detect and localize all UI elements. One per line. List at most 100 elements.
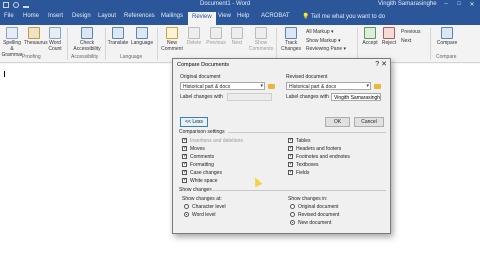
tab-design[interactable]: Design	[72, 13, 91, 19]
checkbox-label: White space	[190, 178, 218, 184]
show-markup-button[interactable]: Show Markup ▾	[306, 38, 340, 44]
checkbox-insertions-deletions[interactable]: ✓ Insertions and deletions	[182, 138, 243, 145]
radio-label: Word level	[192, 212, 216, 218]
save-icon[interactable]	[3, 2, 9, 8]
close-window-button[interactable]: ✕	[466, 1, 478, 8]
section-divider	[209, 190, 386, 191]
checkbox-label: Footnotes and endnotes	[296, 154, 350, 160]
compare-group-label: Compare	[436, 54, 457, 60]
less-button[interactable]: << Less	[180, 117, 208, 127]
tab-file[interactable]: File	[4, 13, 14, 19]
tab-view[interactable]: View	[218, 13, 231, 19]
language-button[interactable]: Language	[130, 27, 154, 46]
checkbox-white-space[interactable]: ✓ White space	[182, 178, 218, 185]
label-changes-original-label: Label changes with	[180, 94, 223, 100]
delete-comment-button[interactable]: Delete	[185, 27, 203, 46]
minimize-button[interactable]: –	[440, 1, 452, 7]
ribbon-separator	[105, 28, 106, 60]
tab-help[interactable]: Help	[237, 13, 249, 19]
tell-me-search[interactable]: 💡 Tell me what you want to do	[302, 13, 385, 20]
radio-original-document[interactable]: Original document	[290, 204, 339, 211]
checkbox-fields[interactable]: ✓ Fields	[288, 170, 309, 177]
show-comments-button[interactable]: Show Comments	[248, 27, 274, 52]
checkbox-label: Formatting	[190, 162, 214, 168]
folder-icon[interactable]	[374, 84, 381, 89]
checkbox-checked-icon: ✓	[288, 153, 294, 160]
compare-button[interactable]: Compare	[434, 27, 460, 46]
proofing-group-label: Proofing	[22, 54, 41, 60]
next-comment-button[interactable]: Next	[228, 27, 246, 46]
checkbox-checked-icon: ✓	[182, 161, 188, 168]
thesaurus-button[interactable]: Thesaurus	[24, 27, 48, 46]
tab-review[interactable]: Review	[188, 12, 216, 25]
checkbox-label: Textboxes	[296, 162, 319, 168]
track-changes-label: Track Changes	[280, 40, 301, 52]
new-comment-label: New Comment	[161, 40, 183, 52]
radio-unselected-icon	[184, 204, 189, 210]
tab-references[interactable]: References	[124, 13, 155, 19]
checkbox-footnotes-endnotes[interactable]: ✓ Footnotes and endnotes	[288, 154, 350, 161]
reject-button[interactable]: Reject	[380, 27, 398, 46]
original-label-field[interactable]	[227, 93, 272, 101]
tab-layout[interactable]: Layout	[98, 13, 116, 19]
tab-mailings[interactable]: Mailings	[161, 13, 183, 19]
ok-button[interactable]: OK	[325, 117, 350, 127]
folder-icon[interactable]	[268, 84, 275, 89]
next-change-button[interactable]: Next	[401, 38, 411, 44]
user-name[interactable]: Vingith Samarasinghe	[378, 1, 437, 7]
original-document-value: Historical part & docx	[183, 84, 231, 90]
radio-word-level[interactable]: Word level	[184, 212, 216, 219]
revised-label-field[interactable]: Vingith Samarasinghe	[331, 93, 381, 101]
tab-acrobat[interactable]: ACROBAT	[261, 13, 290, 19]
radio-label: New document	[298, 220, 332, 226]
translate-icon	[112, 27, 124, 39]
checkbox-tables[interactable]: ✓ Tables	[288, 138, 310, 145]
track-changes-button[interactable]: Track Changes	[279, 27, 303, 52]
tab-insert[interactable]: Insert	[48, 13, 63, 19]
checkbox-moves[interactable]: ✓ Moves	[182, 146, 205, 153]
reviewing-pane-button[interactable]: Reviewing Pane ▾	[306, 46, 346, 52]
quick-access-customize-icon[interactable]	[23, 2, 29, 8]
checkbox-case-changes[interactable]: ✓ Case changes	[182, 170, 222, 177]
cancel-button[interactable]: Cancel	[354, 117, 384, 127]
maximize-button[interactable]: □	[453, 1, 465, 7]
radio-revised-document[interactable]: Revised document	[290, 212, 339, 219]
checkbox-comments[interactable]: ✓ Comments	[182, 154, 214, 161]
checkbox-label: Moves	[190, 146, 205, 152]
radio-new-document[interactable]: New document	[290, 220, 331, 227]
previous-comment-button[interactable]: Previous	[205, 27, 227, 46]
accept-button[interactable]: Accept	[361, 27, 379, 46]
checkbox-formatting[interactable]: ✓ Formatting	[182, 162, 214, 169]
tab-home[interactable]: Home	[23, 13, 39, 19]
previous-change-label: Previous	[401, 29, 421, 35]
new-comment-button[interactable]: New Comment	[160, 27, 184, 52]
revised-document-combo[interactable]: Historical part & docx ▾	[286, 82, 371, 90]
window-title: Document1 - Word	[200, 1, 251, 7]
delete-comment-icon	[188, 27, 200, 39]
check-accessibility-label: Check Accessibility	[73, 40, 101, 52]
checkbox-textboxes[interactable]: ✓ Textboxes	[288, 162, 319, 169]
delete-comment-label: Delete	[186, 40, 202, 46]
previous-change-button[interactable]: Previous	[401, 29, 420, 35]
checkbox-checked-icon: ✓	[182, 153, 188, 160]
new-comment-icon	[166, 27, 178, 39]
radio-label: Original document	[298, 204, 339, 210]
check-accessibility-button[interactable]: Check Accessibility	[70, 27, 104, 52]
spelling-grammar-button[interactable]: Spelling & Grammar	[1, 27, 23, 58]
checkbox-headers-footers[interactable]: ✓ Headers and footers	[288, 146, 341, 153]
text-cursor	[4, 71, 5, 77]
original-document-combo[interactable]: Historical part & docx ▾	[180, 82, 265, 90]
reviewing-pane-label: Reviewing Pane	[306, 46, 343, 52]
original-document-label: Original document	[180, 74, 221, 80]
radio-character-level[interactable]: Character level	[184, 204, 226, 211]
word-count-button[interactable]: Word Count	[46, 27, 64, 52]
translate-button[interactable]: Translate	[107, 27, 129, 46]
undo-icon[interactable]	[13, 2, 19, 8]
next-comment-label: Next	[231, 40, 243, 46]
show-changes-at-label: Show changes at:	[182, 196, 222, 202]
revised-document-value: Historical part & docx	[289, 84, 337, 90]
word-count-icon	[49, 27, 61, 39]
dialog-close-button[interactable]: ? ✕	[375, 60, 387, 68]
all-markup-dropdown[interactable]: All Markup ▾	[306, 29, 334, 35]
compare-documents-dialog: Compare Documents ? ✕ Original document …	[172, 58, 391, 234]
